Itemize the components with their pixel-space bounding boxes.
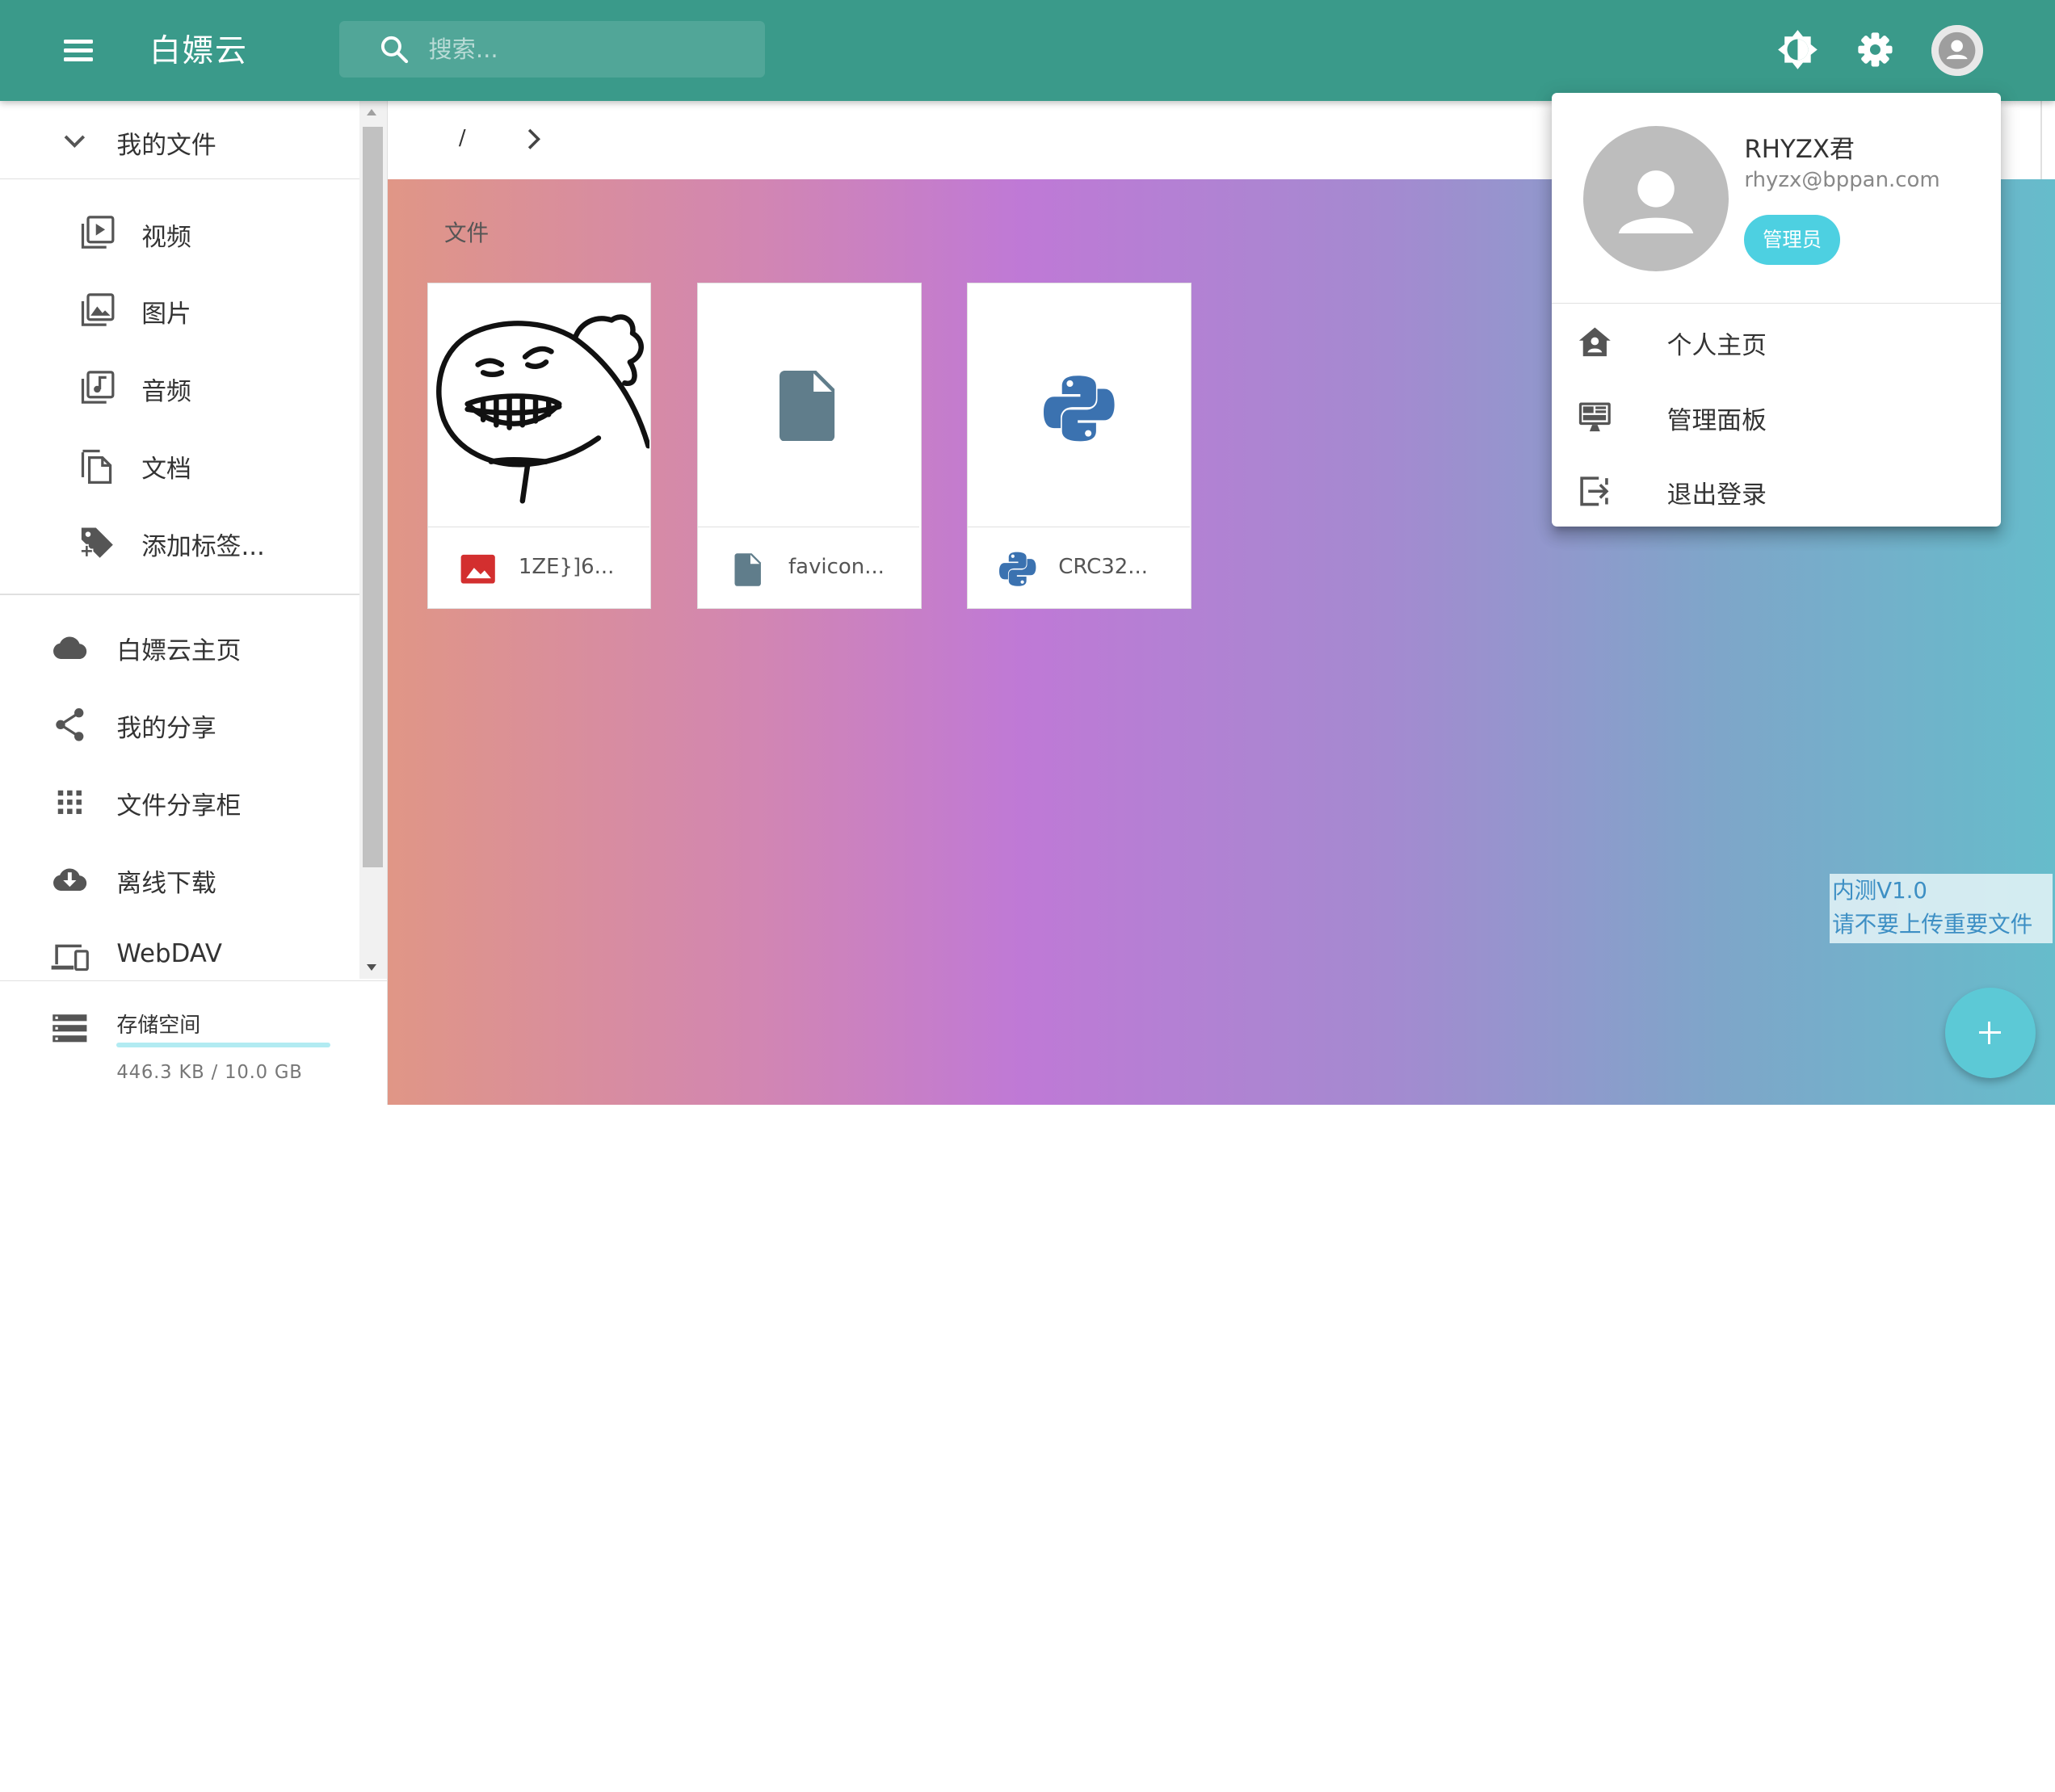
image-icon (460, 555, 495, 584)
user-avatar (1582, 125, 1729, 271)
file-name: 1ZE}]6... (518, 555, 615, 580)
search-icon (380, 36, 409, 64)
scrollbar-thumb[interactable] (363, 127, 383, 867)
file-icon (734, 553, 761, 587)
sidebar-divider (0, 178, 359, 180)
account-icon (1618, 170, 1694, 233)
sidebar-item-my-shares[interactable]: 我的分享 (0, 686, 359, 760)
sidebar-item-share-cabinet[interactable]: 文件分享柜 (0, 764, 359, 837)
role-badge: 管理员 (1744, 215, 1840, 265)
music-library-icon (81, 371, 115, 404)
menu-item-label: 管理面板 (1666, 405, 1767, 435)
user-avatar-button[interactable] (1931, 24, 1983, 77)
file-name: favicon... (788, 555, 885, 580)
image-thumbnail (428, 283, 650, 526)
sidebar-item-home[interactable]: 白嫖云主页 (0, 609, 359, 682)
chevron-down-icon (64, 135, 86, 148)
sidebar-item-label: 视频 (141, 222, 191, 252)
user-name: RHYZX君 (1744, 134, 1855, 164)
sidebar-item-label: 图片 (141, 300, 191, 329)
sidebar-item-label: 白嫖云主页 (116, 636, 242, 666)
menu-item-label: 退出登录 (1666, 481, 1767, 510)
python-icon (999, 552, 1036, 587)
crumbbar-border (2040, 100, 2042, 180)
file-copy-icon (81, 449, 111, 484)
sidebar-item-label: 我的文件 (116, 131, 216, 161)
storage-panel[interactable]: 存储空间 446.3 KB / 10.0 GB (0, 980, 387, 1105)
file-card[interactable]: CRC32... (967, 283, 1191, 610)
home-account-icon (1578, 327, 1611, 357)
user-email: rhyzx@bppan.com (1744, 167, 1940, 192)
menu-item-logout[interactable]: 退出登录 (1552, 453, 2001, 527)
card-separator (968, 526, 1190, 528)
storage-progress-bar (116, 1042, 330, 1048)
share-icon (55, 707, 84, 741)
sidebar-item-label: WebDAV (116, 939, 222, 969)
sidebar-item-label: 文件分享柜 (116, 791, 242, 820)
notice-line-2: 请不要上传重要文件 (1832, 911, 2033, 938)
storage-label: 存储空间 (116, 1013, 201, 1038)
storage-used-text: 446.3 KB / 10.0 GB (116, 1062, 303, 1084)
user-menu-dropdown: RHYZX君 rhyzx@bppan.com 管理员 个人主页 管理面板 退出登… (1551, 93, 2002, 527)
add-button[interactable] (1944, 988, 2036, 1079)
file-name: CRC32... (1058, 555, 1148, 580)
account-icon (1931, 24, 1983, 77)
menu-item-admin-panel[interactable]: 管理面板 (1552, 379, 2001, 453)
meme-face-image (435, 314, 650, 504)
sidebar-item-label: 音频 (141, 377, 191, 407)
logout-icon (1580, 476, 1609, 506)
sidebar-item-my-files[interactable]: 我的文件 (0, 103, 359, 177)
file-card[interactable]: 1ZE}]6... (427, 283, 652, 610)
card-separator (698, 526, 920, 528)
tag-plus-icon (79, 527, 113, 559)
search-input[interactable] (428, 31, 743, 67)
breadcrumb-root[interactable]: / (459, 126, 466, 150)
sidebar-item-offline-download[interactable]: 离线下载 (0, 841, 359, 915)
scroll-up-arrow-icon[interactable] (367, 108, 377, 115)
sidebar-item-video[interactable]: 视频 (0, 195, 359, 269)
theme-toggle-icon[interactable] (1771, 23, 1824, 76)
notice-line-1: 内测V1.0 (1832, 877, 1927, 904)
file-card[interactable]: favicon... (697, 283, 922, 610)
settings-gear-icon[interactable] (1849, 23, 1902, 76)
file-thumbnail (698, 283, 919, 526)
monitor-dashboard-icon (1578, 402, 1611, 431)
devices-icon (51, 944, 89, 972)
search-box[interactable] (339, 20, 766, 78)
sidebar-item-images[interactable]: 图片 (0, 272, 359, 346)
app-root: 白嫖云 搜索... 我的文件 视频 图片 音频 文档 添加标签... 白嫖云主页… (0, 0, 2055, 1105)
storage-icon (52, 1014, 87, 1043)
sidebar-item-label: 添加标签... (141, 531, 265, 561)
sidebar-item-audio[interactable]: 音频 (0, 350, 359, 423)
card-separator (427, 526, 650, 528)
video-library-icon (81, 216, 115, 250)
chevron-right-icon[interactable] (523, 126, 546, 152)
cloud-download-icon (53, 868, 86, 892)
menu-item-profile[interactable]: 个人主页 (1552, 304, 2001, 378)
menu-item-label: 个人主页 (1666, 331, 1767, 361)
file-icon (779, 370, 834, 442)
sidebar-item-add-tag[interactable]: 添加标签... (0, 505, 359, 578)
photo-library-icon (81, 293, 115, 326)
scroll-down-arrow-icon[interactable] (367, 964, 377, 972)
sidebar-scrollbar[interactable] (359, 100, 387, 979)
file-thumbnail (968, 283, 1189, 526)
python-icon (1044, 375, 1116, 442)
sidebar-item-label: 文档 (141, 454, 191, 484)
apps-grid-icon (57, 790, 82, 814)
sidebar-item-documents[interactable]: 文档 (0, 427, 359, 501)
cloud-icon (53, 636, 86, 660)
sidebar-divider (0, 593, 359, 595)
beta-notice: 内测V1.0 请不要上传重要文件 (1829, 874, 2053, 944)
app-title[interactable]: 白嫖云 (149, 26, 248, 71)
sidebar-item-label: 我的分享 (116, 714, 216, 744)
sidebar-item-label: 离线下载 (116, 868, 216, 898)
menu-icon[interactable] (53, 29, 103, 71)
top-app-bar: 白嫖云 (0, 0, 2055, 101)
section-title: 文件 (443, 220, 490, 247)
